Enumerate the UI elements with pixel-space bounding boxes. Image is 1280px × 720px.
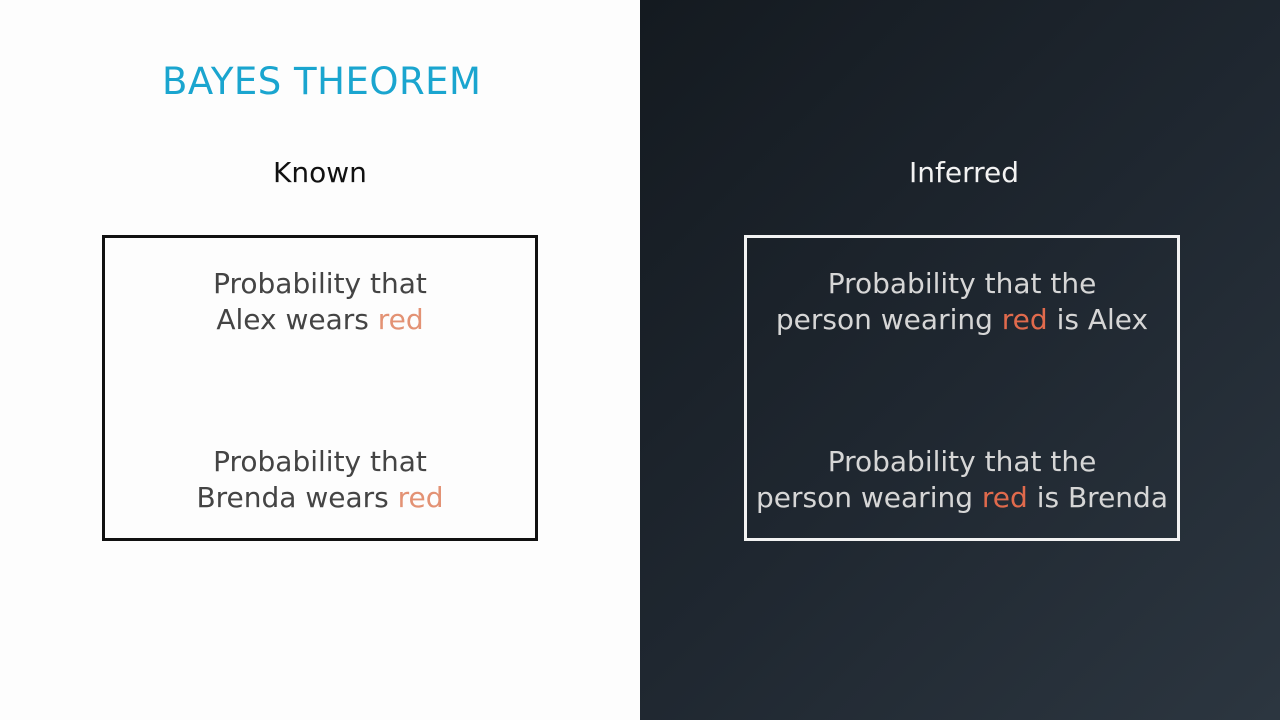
- statement-text: Alex wears: [216, 303, 378, 336]
- statement-line: Probability that the: [827, 267, 1097, 300]
- highlight-word: red: [981, 481, 1028, 514]
- known-statement-brenda: Probability that Brenda wears red: [105, 444, 535, 516]
- statement-text: is Alex: [1047, 303, 1149, 336]
- statement-line: Probability that: [213, 445, 427, 478]
- statement-line: person wearing red is Alex: [747, 302, 1177, 338]
- statement-text: is Brenda: [1027, 481, 1168, 514]
- inferred-statement-brenda: Probability that the person wearing red …: [747, 444, 1177, 516]
- statement-text: person wearing: [756, 481, 982, 514]
- statement-line: Brenda wears red: [105, 480, 535, 516]
- statement-text: Brenda wears: [196, 481, 398, 514]
- statement-line: Probability that: [213, 267, 427, 300]
- known-box: Probability that Alex wears red Probabil…: [102, 235, 538, 541]
- statement-line: Probability that the: [827, 445, 1097, 478]
- known-heading: Known: [273, 156, 367, 189]
- known-statement-alex: Probability that Alex wears red: [105, 266, 535, 338]
- slide-title: BAYES THEOREM: [162, 60, 482, 103]
- inferred-heading: Inferred: [908, 156, 1019, 189]
- slide: BAYES THEOREM Known Inferred Probability…: [0, 0, 1280, 720]
- statement-text: person wearing: [775, 303, 1002, 336]
- highlight-word: red: [377, 303, 424, 336]
- statement-line: person wearing red is Brenda: [747, 480, 1177, 516]
- inferred-statement-alex: Probability that the person wearing red …: [747, 266, 1177, 338]
- statement-line: Alex wears red: [105, 302, 535, 338]
- highlight-word: red: [1001, 303, 1048, 336]
- inferred-box: Probability that the person wearing red …: [744, 235, 1180, 541]
- highlight-word: red: [397, 481, 444, 514]
